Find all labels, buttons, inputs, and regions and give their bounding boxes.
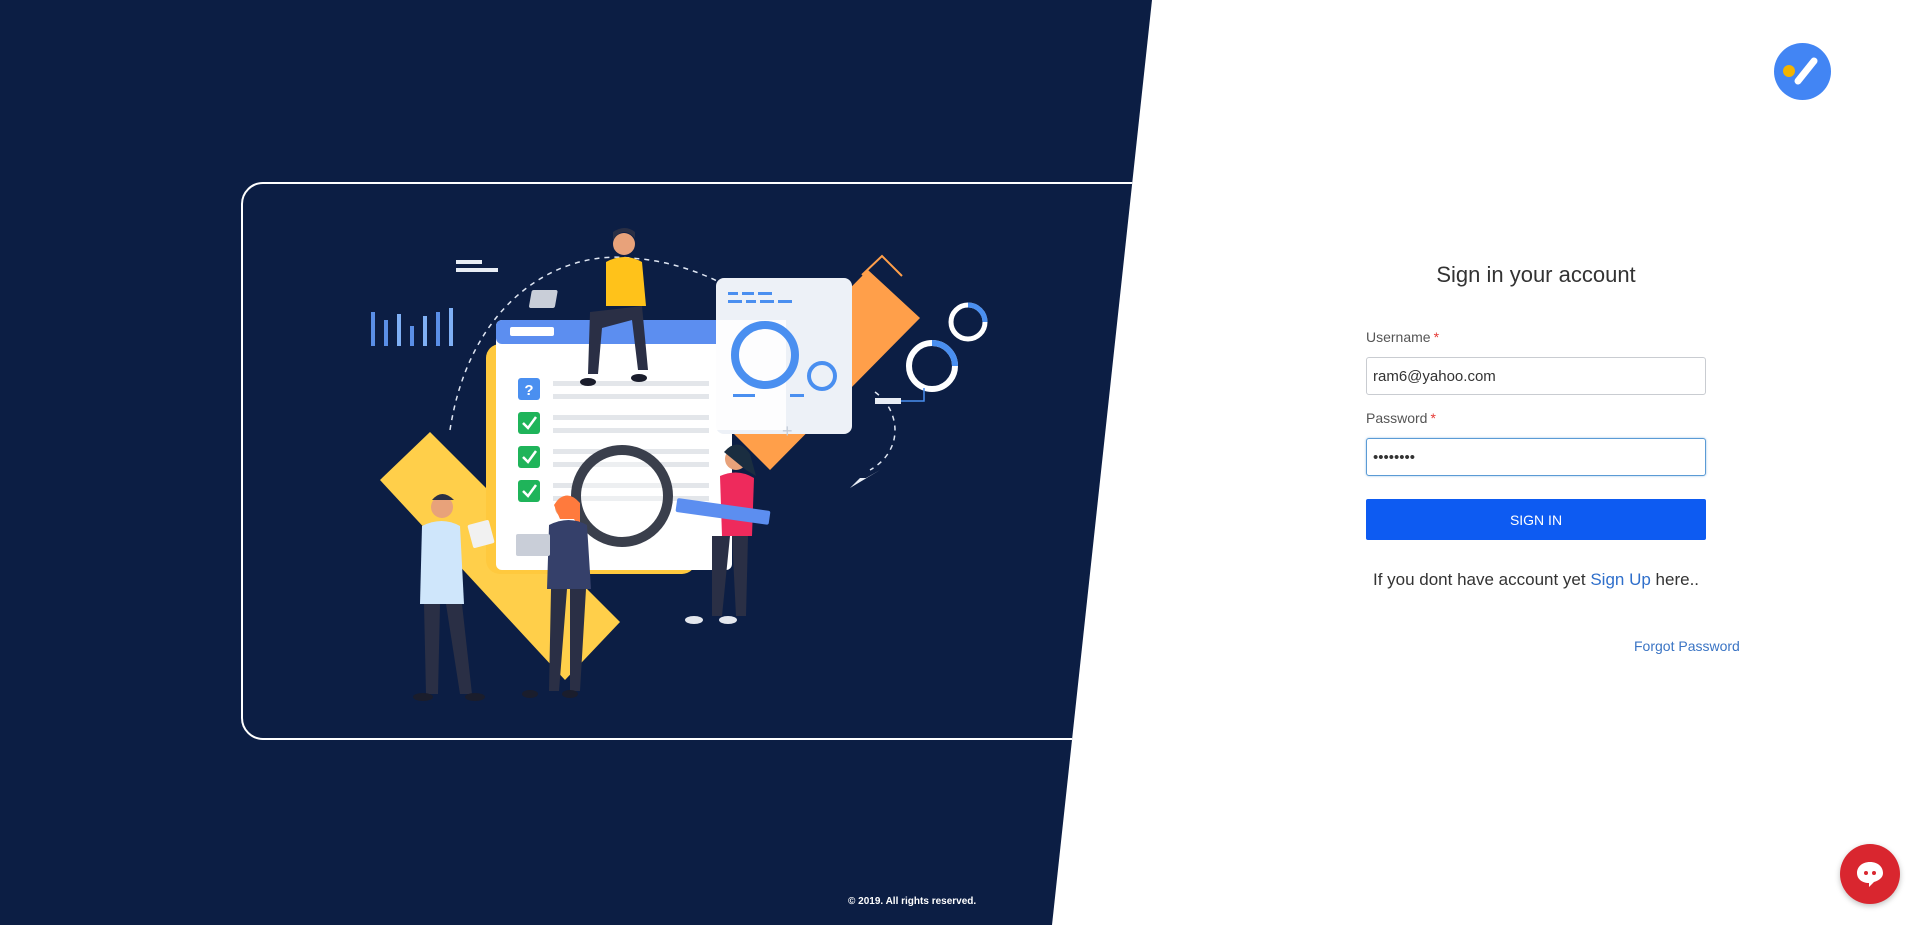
person-with-tablet bbox=[413, 494, 495, 701]
password-label: Password * bbox=[1366, 410, 1436, 426]
magnifier-icon bbox=[571, 445, 673, 547]
svg-text:+: + bbox=[782, 421, 793, 441]
chat-bubble-icon bbox=[1857, 862, 1883, 887]
bar-chart-icon bbox=[371, 308, 453, 346]
signup-prompt: If you dont have account yet Sign Up her… bbox=[1366, 570, 1706, 590]
forgot-password-link[interactable]: Forgot Password bbox=[1634, 638, 1740, 654]
required-marker: * bbox=[1430, 410, 1436, 426]
signup-suffix: here.. bbox=[1650, 570, 1700, 589]
username-label-text: Username bbox=[1366, 329, 1431, 345]
question-glyph: ? bbox=[524, 382, 533, 399]
signin-title: Sign in your account bbox=[1436, 262, 1636, 287]
signup-link[interactable]: Sign Up bbox=[1590, 570, 1650, 589]
copyright-text: © 2019. All rights reserved. bbox=[848, 896, 977, 907]
chat-button[interactable] bbox=[1840, 844, 1900, 904]
password-label-text: Password bbox=[1366, 410, 1428, 426]
checkbox-checked-icon bbox=[518, 446, 540, 468]
paper-plane-icon bbox=[850, 470, 880, 488]
decor-line bbox=[456, 268, 498, 272]
decor-line bbox=[456, 260, 482, 264]
signin-button[interactable]: SIGN IN bbox=[1366, 499, 1706, 540]
checkbox-checked-icon bbox=[518, 480, 540, 502]
username-label: Username * bbox=[1366, 329, 1439, 345]
password-input[interactable] bbox=[1366, 438, 1706, 476]
signup-prefix: If you dont have account yet bbox=[1372, 570, 1591, 589]
checkbox-checked-icon bbox=[518, 412, 540, 434]
username-input[interactable] bbox=[1366, 357, 1706, 395]
logo-icon bbox=[1774, 43, 1831, 100]
required-marker: * bbox=[1433, 329, 1440, 345]
